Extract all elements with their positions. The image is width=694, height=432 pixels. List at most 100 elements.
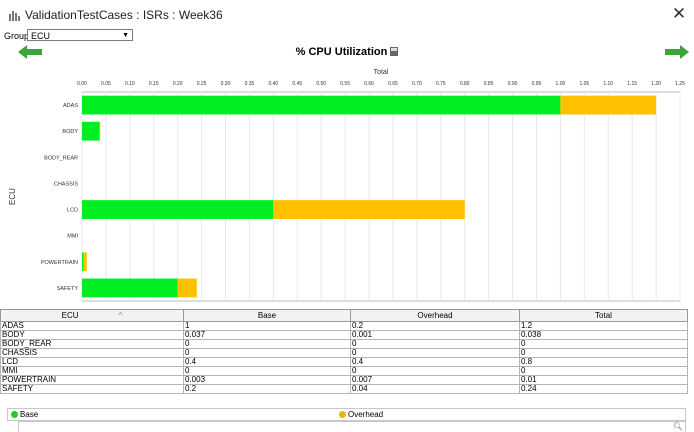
legend-label: Base — [20, 410, 39, 419]
x-tick-label: 1.00 — [556, 81, 566, 87]
table-cell: 0.001 — [350, 330, 520, 340]
title-bar: ValidationTestCases : ISRs : Week36 ✕ — [0, 0, 694, 30]
x-tick-label: 0.80 — [460, 81, 470, 87]
column-header-overhead[interactable]: Overhead — [350, 309, 520, 322]
x-tick-label: 0.25 — [197, 81, 207, 87]
x-tick-label: 0.90 — [508, 81, 518, 87]
table-cell: 0.003 — [183, 375, 351, 385]
data-table: ECU ^ Base Overhead Total ADAS 1 0.2 1.2 BODY… — [0, 309, 688, 394]
x-tick-label: 0.05 — [101, 81, 111, 87]
x-tick-label: 0.20 — [173, 81, 183, 87]
table-cell: BODY — [0, 330, 184, 340]
x-tick-label: 0.55 — [340, 81, 350, 87]
x-tick-label: 0.70 — [412, 81, 422, 87]
export-icon[interactable] — [390, 47, 399, 56]
x-tick-label: 0.45 — [292, 81, 302, 87]
y-tick-label: ADAS — [63, 103, 78, 109]
table-cell: BODY_REAR — [0, 339, 184, 349]
x-tick-label: 1.25 — [675, 81, 685, 87]
table-cell: MMI — [0, 366, 184, 376]
table-row[interactable]: POWERTRAIN 0.003 0.007 0.01 — [0, 375, 688, 385]
x-tick-label: 1.20 — [651, 81, 661, 87]
group-label: Group — [4, 31, 30, 41]
x-tick-label: 0.50 — [316, 81, 326, 87]
table-cell: 0.4 — [183, 357, 351, 367]
close-button[interactable]: ✕ — [669, 4, 689, 24]
bar-overhead-adas — [560, 95, 657, 115]
chevron-down-icon: ▼ — [122, 32, 129, 39]
legend-item-base: Base — [11, 409, 38, 420]
x-tick-label: 0.00 — [77, 81, 87, 87]
window-title: ValidationTestCases : ISRs : Week36 — [25, 8, 223, 22]
table-header-row: ECU ^ Base Overhead Total — [0, 309, 688, 322]
column-header-ecu[interactable]: ECU ^ — [0, 309, 184, 322]
x-tick-label: 0.85 — [484, 81, 494, 87]
table-cell: 1 — [183, 321, 351, 331]
x-tick-label: 0.95 — [532, 81, 542, 87]
bar-chart: Total 0.00 0.05 0.10 0.15 0.20 0.25 0.30 0.35 0.4… — [8, 69, 685, 302]
table-row[interactable]: BODY 0.037 0.001 0.038 — [0, 330, 688, 340]
table-cell: 0 — [350, 339, 520, 349]
x-tick-label: 0.40 — [268, 81, 278, 87]
table-row[interactable]: CHASSIS 0 0 0 — [0, 348, 688, 358]
x-tick-label: 1.10 — [603, 81, 613, 87]
table-row[interactable]: BODY_REAR 0 0 0 — [0, 339, 688, 349]
y-tick-label: SAFETY — [57, 286, 79, 292]
bar-overhead-powertrain — [83, 252, 87, 272]
x-tick-label: 0.35 — [245, 81, 255, 87]
column-header-base[interactable]: Base — [183, 309, 351, 322]
x-tick-label: 0.65 — [388, 81, 398, 87]
table-cell: SAFETY — [0, 384, 184, 394]
table-row[interactable]: ADAS 1 0.2 1.2 — [0, 321, 688, 331]
y-tick-label: BODY — [62, 129, 78, 135]
x-tick-label: 0.75 — [436, 81, 446, 87]
table-row[interactable]: LCD 0.4 0.4 0.8 — [0, 357, 688, 367]
group-select-value: ECU — [31, 31, 51, 41]
bar-base-lcd — [82, 200, 274, 219]
legend-swatch — [339, 411, 346, 418]
bar-overhead-safety — [177, 278, 197, 298]
x-tick-label: 0.30 — [221, 81, 231, 87]
table-cell: 0.4 — [350, 357, 520, 367]
y-axis-title: ECU — [8, 188, 17, 205]
table-cell: 0 — [519, 339, 688, 349]
y-tick-label: BODY_REAR — [44, 155, 78, 161]
table-cell: 0.04 — [350, 384, 520, 394]
plot-area — [81, 91, 681, 302]
table-cell: 1.2 — [519, 321, 688, 331]
y-tick-label: POWERTRAIN — [41, 260, 78, 266]
legend-swatch — [11, 411, 18, 418]
table-cell: 0 — [183, 366, 351, 376]
group-select[interactable]: ECU ▼ — [27, 29, 133, 41]
zoom-icon[interactable]: 🔍︎ — [673, 422, 683, 431]
legend-item-overhead: Overhead — [339, 409, 383, 420]
table-cell: 0.037 — [183, 330, 351, 340]
x-tick-label: 0.60 — [364, 81, 374, 87]
table-cell: 0 — [183, 348, 351, 358]
x-tick-label: 0.10 — [125, 81, 135, 87]
table-cell: 0.038 — [519, 330, 688, 340]
table-row[interactable]: MMI 0 0 0 — [0, 366, 688, 376]
x-tick-label: 1.05 — [579, 81, 589, 87]
bar-base-adas — [82, 95, 561, 115]
table-cell: 0.2 — [183, 384, 351, 394]
table-cell: 0 — [183, 339, 351, 349]
x-axis-title: Total — [374, 69, 389, 76]
table-cell: 0 — [519, 348, 688, 358]
table-cell: 0 — [350, 348, 520, 358]
table-cell: 0.24 — [519, 384, 688, 394]
table-cell: 0.2 — [350, 321, 520, 331]
table-cell: 0.01 — [519, 375, 688, 385]
column-header-total[interactable]: Total — [519, 309, 688, 322]
sort-icon: ^ — [118, 311, 123, 320]
table-cell: 0 — [519, 366, 688, 376]
y-tick-label: LCD — [67, 208, 78, 214]
bar-base-safety — [82, 278, 178, 298]
x-tick-label: 0.15 — [149, 81, 159, 87]
bottom-bar: 🔍︎ — [18, 421, 686, 432]
table-cell: 0 — [350, 366, 520, 376]
table-row[interactable]: SAFETY 0.2 0.04 0.24 — [0, 384, 688, 394]
bar-overhead-body — [99, 121, 101, 141]
bar-base-body — [82, 121, 100, 141]
bar-chart-icon — [9, 11, 20, 21]
